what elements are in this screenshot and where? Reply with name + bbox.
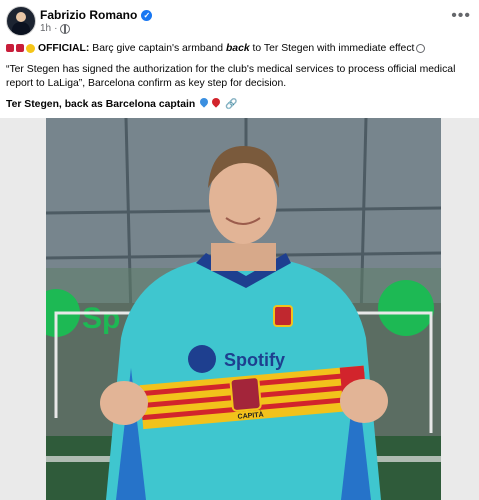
post-photo-area[interactable]: Sp Spotify CAPITÀ [0,118,479,500]
face-icon [26,43,35,53]
more-options-icon[interactable]: ••• [451,8,471,24]
official-text-c: to Ter Stegen with immediate effect [249,43,415,54]
official-text-b: back [225,43,250,54]
author-row: Fabrizio Romano ✓ [40,7,153,23]
verified-badge-icon: ✓ [141,9,153,21]
post-time[interactable]: 1h [40,23,51,34]
hearts-icon [198,96,222,111]
author-avatar[interactable] [6,6,36,36]
post-line-official: OFFICIAL: Barç give captain's armband ba… [6,42,471,56]
post-header: Fabrizio Romano ✓ 1h · ••• [0,0,479,40]
post-photo[interactable]: Sp Spotify CAPITÀ [46,118,441,500]
shirt-sponsor-text: Spotify [224,350,285,370]
red-pin-icon [6,44,14,53]
globe-icon [60,23,71,34]
post-headline: Ter Stegen, back as Barcelona captain 🔗 [6,96,471,112]
photo-illustration: Sp Spotify CAPITÀ [46,118,441,500]
grin-icon [416,43,426,53]
link-icon: 🔗 [225,98,238,110]
official-tag: OFFICIAL: [38,43,90,54]
author-name[interactable]: Fabrizio Romano [40,8,137,22]
official-text-a: Barç give captain's armband [89,43,226,54]
sponsor-left-text: Sp [82,302,120,335]
post-quote: “Ter Stegen has signed the authorization… [6,64,456,89]
post-meta: 1h · [40,23,71,34]
red-pin-icon [16,44,24,53]
headline-text: Ter Stegen, back as Barcelona captain [6,98,196,110]
